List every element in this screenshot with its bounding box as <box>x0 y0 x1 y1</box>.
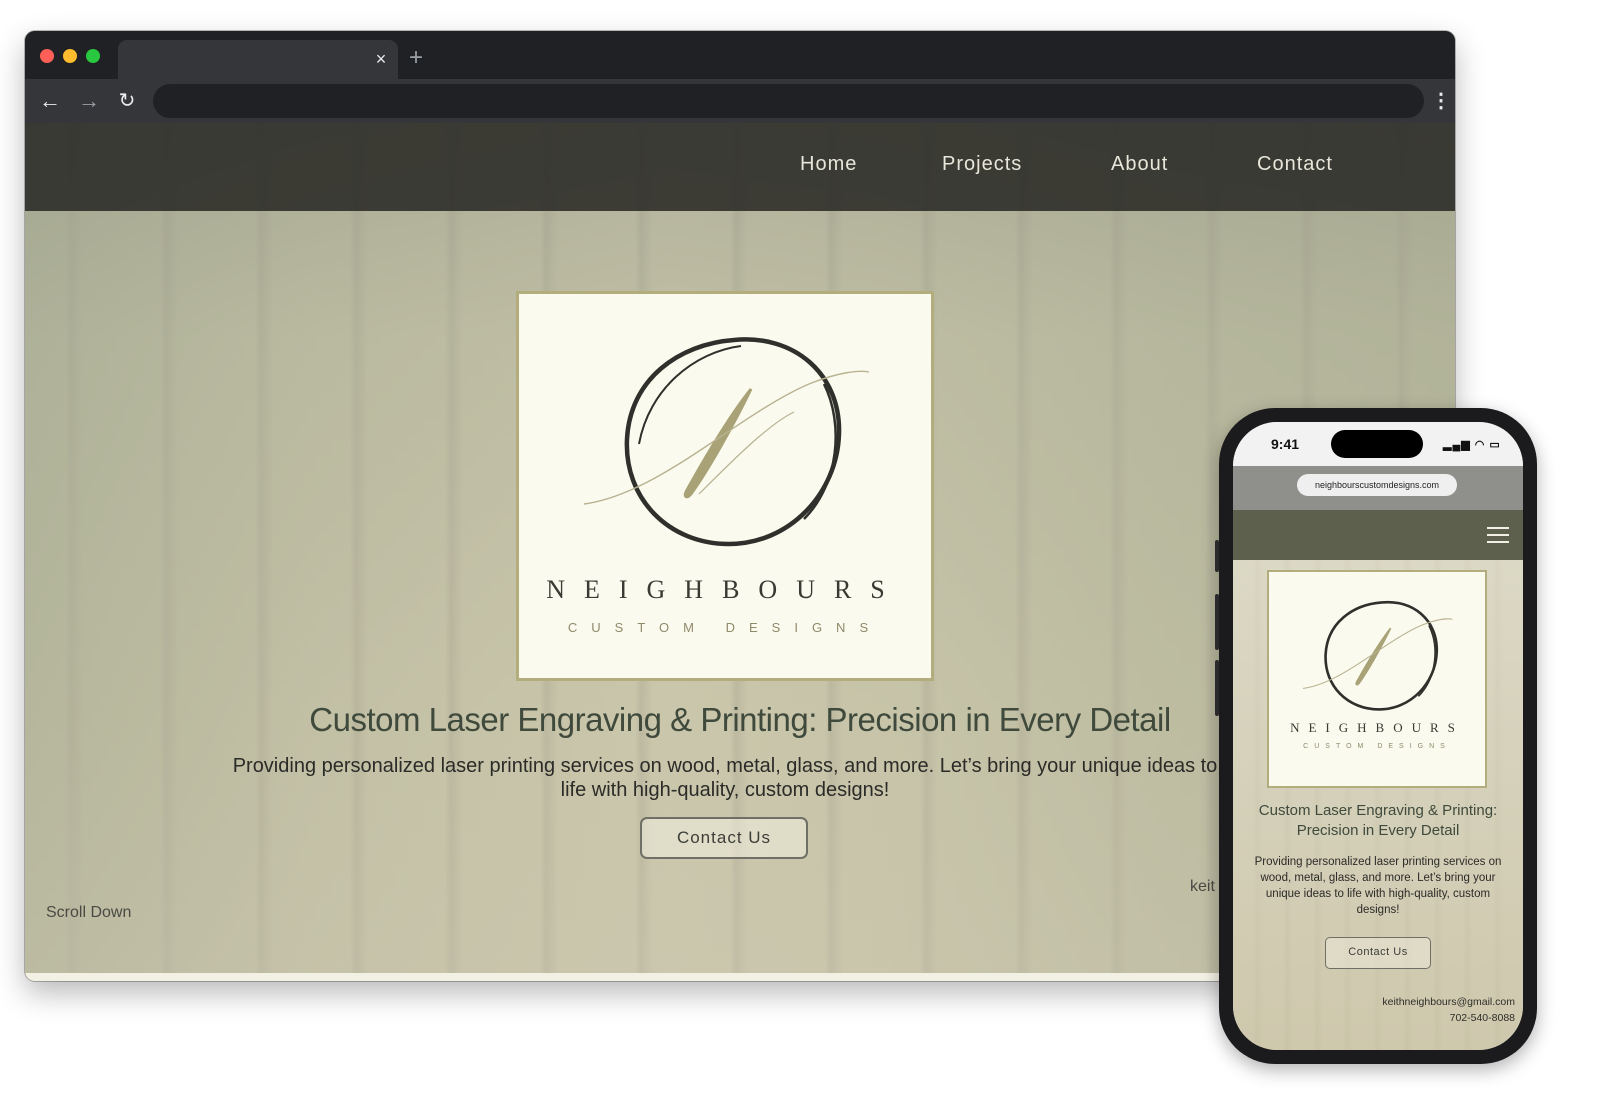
brand-name: NEIGHBOURS <box>546 575 904 604</box>
reload-icon[interactable]: ↻ <box>114 88 140 114</box>
address-bar[interactable] <box>153 84 1424 118</box>
mobile-page-body: NEIGHBOURS CUSTOM DESIGNS Custom Laser E… <box>1233 560 1523 1050</box>
tab-bar: × + <box>25 31 1455 79</box>
nav-contact[interactable]: Contact <box>1257 153 1333 176</box>
contact-us-button[interactable]: Contact Us <box>640 817 808 859</box>
mobile-contact-phone[interactable]: 702-540-8088 <box>1450 1012 1515 1024</box>
scroll-down-link[interactable]: Scroll Down <box>46 904 131 922</box>
status-time: 9:41 <box>1271 436 1300 452</box>
phone-status-bar: 9:41 ▂▄▆ ◠ ▭ <box>1233 422 1523 466</box>
menu-kebab-icon[interactable]: ⋮ <box>1431 89 1451 113</box>
minimize-window-button[interactable] <box>63 49 77 63</box>
brand-subtitle: CUSTOM DESIGNS <box>567 620 883 635</box>
phone-mockup: 9:41 ▂▄▆ ◠ ▭ neighbourscustomdesigns.com <box>1215 408 1537 1064</box>
mobile-hero-title: Custom Laser Engraving & Printing: Preci… <box>1258 802 1498 839</box>
maximize-window-button[interactable] <box>86 49 100 63</box>
dynamic-island <box>1331 430 1423 458</box>
close-icon[interactable]: × <box>370 48 392 70</box>
nav-home[interactable]: Home <box>800 153 857 176</box>
phone-screen: 9:41 ▂▄▆ ◠ ▭ neighbourscustomdesigns.com <box>1233 422 1523 1050</box>
nav-about[interactable]: About <box>1111 153 1168 176</box>
mobile-brand-name: NEIGHBOURS <box>1290 720 1464 735</box>
mobile-site-nav <box>1233 510 1523 560</box>
mobile-logo-monogram-icon <box>1303 600 1453 711</box>
forward-arrow-icon[interactable]: → <box>76 88 102 114</box>
hero-description: Providing personalized laser printing se… <box>232 755 1218 801</box>
mobile-contact-us-button[interactable]: Contact Us <box>1325 937 1431 969</box>
phone-volume-down-button <box>1215 660 1219 716</box>
mobile-logo-card: NEIGHBOURS CUSTOM DESIGNS <box>1267 570 1487 788</box>
browser-tab[interactable]: × <box>118 40 398 79</box>
mobile-address-field[interactable]: neighbourscustomdesigns.com <box>1297 474 1457 496</box>
site-nav-bar: Home Projects About Contact <box>25 123 1455 211</box>
mobile-contact-email[interactable]: keithneighbours@gmail.com <box>1382 996 1515 1008</box>
mobile-hero-description: Providing personalized laser printing se… <box>1254 856 1502 916</box>
hamburger-menu-icon[interactable] <box>1487 527 1509 543</box>
signal-wifi-battery-icon: ▂▄▆ ◠ ▭ <box>1443 439 1501 451</box>
mobile-url-bar: neighbourscustomdesigns.com <box>1233 466 1523 510</box>
nav-projects[interactable]: Projects <box>942 153 1022 176</box>
back-arrow-icon[interactable]: ← <box>37 88 63 114</box>
browser-toolbar: ← → ↻ ⋮ <box>25 79 1455 123</box>
new-tab-button[interactable]: + <box>409 45 423 71</box>
phone-action-button <box>1215 540 1219 572</box>
stage: × + ← → ↻ ⋮ Home Projects About Contact <box>0 0 1600 1106</box>
close-window-button[interactable] <box>40 49 54 63</box>
mobile-brand-subtitle: CUSTOM DESIGNS <box>1303 743 1451 750</box>
phone-volume-up-button <box>1215 594 1219 650</box>
logo-card: NEIGHBOURS CUSTOM DESIGNS <box>516 291 934 681</box>
